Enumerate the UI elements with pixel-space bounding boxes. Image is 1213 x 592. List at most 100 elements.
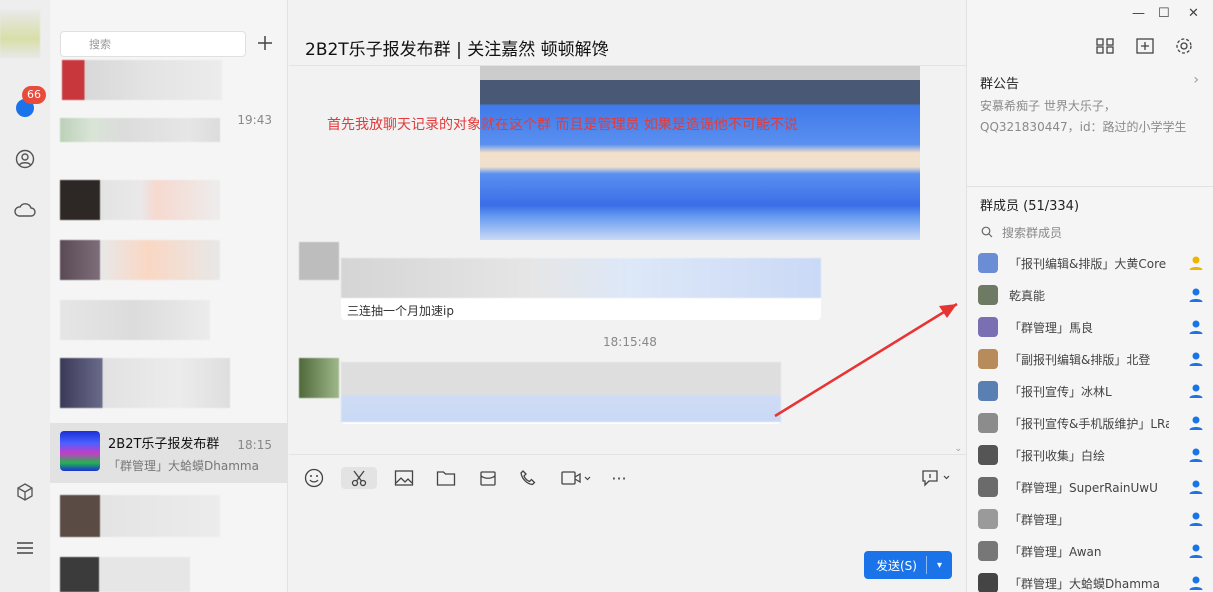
- list-item-subtitle: 「群管理」大蛤蟆Dhamma: [108, 459, 258, 473]
- message-bubble-blurred: [341, 362, 781, 422]
- emoji-icon[interactable]: [303, 467, 325, 489]
- invite-member-icon[interactable]: [1135, 37, 1155, 55]
- scroll-down-icon[interactable]: ⌄: [954, 444, 962, 454]
- message-text: 三连抽一个月加速ip: [347, 304, 454, 318]
- file-upload-icon[interactable]: [435, 467, 457, 489]
- member-name: 「群管理」大蛤蟆Dhamma: [1009, 577, 1160, 591]
- member-person-icon: [1188, 383, 1204, 399]
- member-avatar: [978, 541, 998, 561]
- contacts-icon[interactable]: [13, 147, 37, 171]
- list-item[interactable]: [60, 240, 220, 280]
- message-bubble-blurred: [341, 258, 821, 298]
- member-row[interactable]: 「群管理」SuperRainUwU: [967, 472, 1213, 504]
- list-item[interactable]: 19:43: [50, 102, 288, 162]
- divider: [967, 186, 1213, 187]
- chat-history-icon[interactable]: [919, 467, 953, 489]
- list-item[interactable]: [60, 495, 220, 537]
- member-name: 「副报刊编辑&排版」北登: [1009, 353, 1151, 367]
- group-side-panel: — ☐ ✕ 群公告 › 安慕希痴子 世界大乐子，QQ321830447，id：路…: [966, 0, 1213, 592]
- menu-icon[interactable]: [13, 536, 37, 560]
- members-title: 群成员 (51/334): [980, 199, 1080, 214]
- group-avatar: [60, 431, 100, 471]
- cube-icon[interactable]: [13, 480, 37, 504]
- red-annotation-text: 首先我放聊天记录的对象就在这个群 而且是管理员 如果是造谣他不可能不说: [327, 117, 798, 133]
- unread-badge: 66: [22, 86, 46, 104]
- screenshot-scissors-icon[interactable]: [341, 467, 377, 489]
- list-item[interactable]: [62, 60, 222, 100]
- video-call-icon[interactable]: [559, 467, 593, 489]
- image-upload-icon[interactable]: [393, 467, 415, 489]
- sender-avatar: [299, 242, 339, 280]
- more-icon[interactable]: ···: [608, 467, 630, 489]
- send-button[interactable]: 发送(S) ▾: [864, 551, 952, 579]
- member-row[interactable]: 「群管理」Awan: [967, 536, 1213, 568]
- member-search-input[interactable]: 搜索群成员: [980, 224, 1062, 241]
- member-avatar: [978, 445, 998, 465]
- chat-list: 搜索 19:43 2B2T乐子报发布群 18:15 「群管理」大蛤蟆Dhamma: [50, 0, 288, 592]
- member-name: 「群管理」Awan: [1009, 545, 1102, 559]
- sender-avatar: [299, 358, 339, 398]
- member-row[interactable]: 「群管理」馬良: [967, 312, 1213, 344]
- add-icon[interactable]: [255, 33, 275, 53]
- send-options-chevron-icon[interactable]: ▾: [927, 560, 952, 571]
- member-avatar: [978, 285, 998, 305]
- member-row[interactable]: 「报刊宣传」冰林L: [967, 376, 1213, 408]
- voice-call-icon[interactable]: [517, 467, 539, 489]
- member-person-icon: [1188, 479, 1204, 495]
- member-row[interactable]: 「群管理」大蛤蟆Dhamma: [967, 568, 1213, 592]
- shared-image-pixelated[interactable]: [480, 66, 920, 240]
- list-item-blurred: [60, 118, 220, 142]
- list-item[interactable]: [60, 358, 230, 408]
- minimize-icon[interactable]: —: [1132, 6, 1145, 21]
- list-item[interactable]: [60, 180, 220, 220]
- chat-header: 2B2T乐子报发布群 | 关注嘉然 顿顿解馋: [289, 0, 1074, 66]
- member-name: 「群管理」馬良: [1009, 321, 1094, 335]
- chat-search-input[interactable]: 搜索: [60, 31, 246, 57]
- maximize-icon[interactable]: ☐: [1158, 6, 1170, 21]
- composer: ··· 发送(S) ▾: [289, 454, 966, 592]
- member-row[interactable]: 「副报刊编辑&排版」北登: [967, 344, 1213, 376]
- member-row[interactable]: 「报刊编辑&排版」大黄Core: [967, 248, 1213, 280]
- list-item-active-group[interactable]: 2B2T乐子报发布群 18:15 「群管理」大蛤蟆Dhamma: [50, 423, 288, 483]
- member-name: 「报刊编辑&排版」大黄Core: [1009, 257, 1167, 271]
- message-bubble[interactable]: [341, 362, 781, 424]
- member-row[interactable]: 乾真能: [967, 280, 1213, 312]
- red-packet-icon[interactable]: [477, 467, 499, 489]
- member-row[interactable]: 「报刊收集」白绘: [967, 440, 1213, 472]
- member-row[interactable]: 「群管理」: [967, 504, 1213, 536]
- chat-panel: 2B2T乐子报发布群 | 关注嘉然 顿顿解馋 首先我放聊天记录的对象就在这个群 …: [289, 0, 1074, 592]
- member-avatar: [978, 317, 998, 337]
- list-item[interactable]: [60, 300, 210, 340]
- member-person-icon: [1188, 287, 1204, 303]
- member-name: 「报刊收集」白绘: [1009, 449, 1106, 463]
- member-name: 「报刊宣传&手机版维护」LRan: [1009, 417, 1169, 431]
- cloud-icon[interactable]: [13, 198, 37, 222]
- apps-grid-icon[interactable]: [1095, 37, 1115, 55]
- member-person-icon: [1188, 319, 1204, 335]
- member-name: 乾真能: [1009, 289, 1046, 303]
- member-row[interactable]: 「报刊宣传&手机版维护」LRan: [967, 408, 1213, 440]
- settings-gear-icon[interactable]: [1174, 37, 1194, 55]
- member-person-icon: [1188, 415, 1204, 431]
- member-person-icon: [1188, 575, 1204, 591]
- chat-title: 2B2T乐子报发布群 | 关注嘉然 顿顿解馋: [305, 40, 609, 60]
- member-name: 「群管理」: [1009, 513, 1070, 527]
- owner-person-icon: [1188, 255, 1204, 271]
- member-name: 「群管理」SuperRainUwU: [1009, 481, 1158, 495]
- send-label: 发送(S): [876, 558, 917, 573]
- red-arrow-annotation: [774, 302, 958, 418]
- qq-window: 66 搜索 19:43 2B2T乐子报发布群 18:15 「群管理」大蛤蟆Dha…: [0, 0, 1213, 592]
- close-icon[interactable]: ✕: [1188, 6, 1199, 21]
- message-area: 首先我放聊天记录的对象就在这个群 而且是管理员 如果是造谣他不可能不说 三连抽一…: [289, 66, 966, 454]
- left-rail: 66: [0, 0, 50, 592]
- list-item[interactable]: [60, 557, 190, 592]
- list-item-time: 18:15: [237, 438, 272, 452]
- member-person-icon: [1188, 511, 1204, 527]
- member-avatar: [978, 413, 998, 433]
- member-avatar: [978, 253, 998, 273]
- user-avatar[interactable]: [0, 10, 40, 58]
- group-notice-title[interactable]: 群公告: [980, 73, 1019, 92]
- member-name: 「报刊宣传」冰林L: [1009, 385, 1112, 399]
- member-avatar: [978, 573, 998, 592]
- chevron-right-icon[interactable]: ›: [1193, 72, 1199, 88]
